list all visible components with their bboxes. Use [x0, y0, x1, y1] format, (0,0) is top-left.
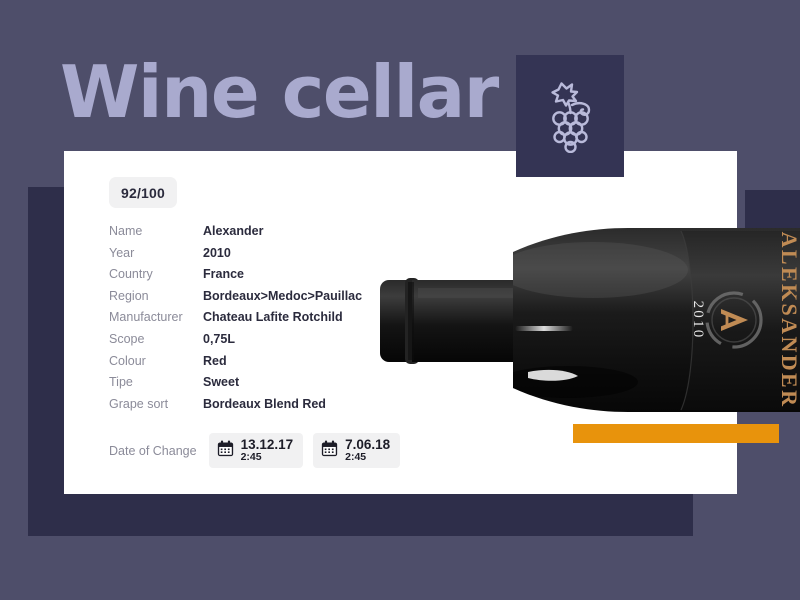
detail-label: Manufacturer — [109, 310, 183, 325]
detail-label: Colour — [109, 353, 146, 368]
detail-value: Alexander — [203, 224, 264, 238]
detail-label: Name — [109, 224, 143, 238]
detail-row: Colour Red — [109, 354, 539, 376]
date-chip-text: 7.06.18 2:45 — [345, 437, 391, 464]
date-chip-date: 13.12.17 — [240, 437, 294, 452]
detail-value: France — [203, 267, 244, 282]
detail-row: Country France — [109, 267, 539, 289]
detail-row: Name Alexander — [109, 224, 539, 246]
detail-row: Tipe Sweet — [109, 375, 539, 397]
detail-row: Grape sort Bordeaux Blend Red — [109, 397, 539, 419]
bottle-label-brand: ALEKSANDER — [777, 232, 800, 409]
app-root: Wine cellar 92/100 Name Alexander Year 2… — [0, 0, 800, 600]
detail-row: Region Bordeaux>Medoc>Pauillac — [109, 289, 539, 311]
detail-label: Year — [109, 245, 135, 260]
detail-value: 2010 — [203, 245, 231, 260]
score-badge: 92/100 — [109, 177, 178, 208]
detail-label: Country — [109, 267, 153, 282]
detail-value: 0,75L — [203, 331, 235, 346]
date-chip-time: 2:45 — [240, 451, 262, 464]
date-chip-modified[interactable]: 7.06.18 2:45 — [313, 433, 401, 469]
brand-icon-tile — [516, 55, 624, 177]
dark-slab-right — [745, 190, 800, 232]
date-chip-text: 13.12.17 2:45 — [240, 437, 294, 464]
date-of-change-label: Date of Change — [109, 443, 197, 458]
detail-label: Tipe — [109, 375, 133, 390]
calendar-icon — [321, 440, 338, 462]
detail-row: Manufacturer Chateau Lafite Rotchild — [109, 310, 539, 332]
date-of-change-block: Date of Change 13.12.17 2:45 7.06.18 2:4… — [109, 433, 410, 469]
detail-value: Bordeaux>Medoc>Pauillac — [203, 288, 363, 303]
grape-icon — [539, 79, 601, 153]
date-chip-created[interactable]: 13.12.17 2:45 — [208, 433, 304, 469]
detail-label: Region — [109, 288, 149, 303]
detail-label: Scope — [109, 331, 145, 346]
detail-row: Year 2010 — [109, 246, 539, 268]
date-chip-date: 7.06.18 — [345, 437, 391, 452]
wine-details-list: Name Alexander Year 2010 Country France … — [109, 224, 539, 418]
detail-value: Red — [203, 353, 227, 368]
date-chip-time: 2:45 — [345, 451, 367, 464]
calendar-icon — [217, 440, 234, 462]
accent-bar — [573, 424, 779, 443]
detail-row: Scope 0,75L — [109, 332, 539, 354]
page-title: Wine cellar — [60, 50, 499, 134]
detail-value: Bordeaux Blend Red — [203, 396, 326, 411]
detail-label: Grape sort — [109, 396, 169, 411]
detail-value: Sweet — [203, 375, 240, 390]
detail-value: Chateau Lafite Rotchild — [203, 310, 343, 325]
